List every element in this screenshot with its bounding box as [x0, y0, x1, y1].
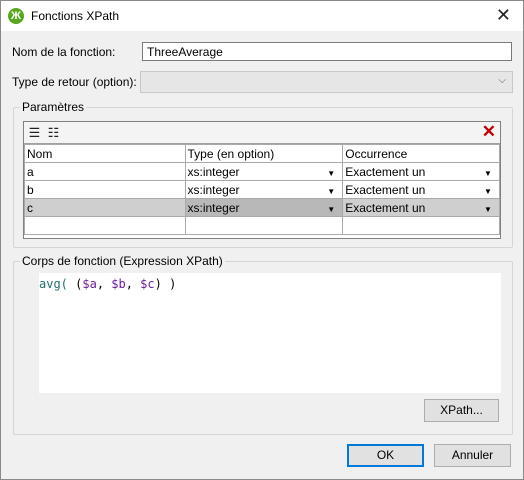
param-type-cell[interactable]: xs:integer ▼	[184, 198, 344, 217]
insert-row-icon[interactable]: ☰	[26, 124, 43, 141]
xpath-code-line: avg( ($a, $b, $c) )	[39, 277, 176, 291]
dropdown-arrow-icon[interactable]: ▼	[324, 168, 338, 180]
code-end: )	[169, 277, 177, 291]
parameters-toolbar: ☰ ☷ ✕	[24, 122, 500, 144]
param-name-cell[interactable]: b	[24, 180, 186, 199]
app-icon: Ж	[8, 8, 24, 24]
return-type-label: Type de retour (option):	[12, 75, 137, 89]
param-occurrence-cell[interactable]: Exactement un ▼	[342, 180, 500, 199]
append-row-icon[interactable]: ☷	[45, 124, 62, 141]
code-function: avg(	[39, 277, 68, 291]
title-bar: Ж Fonctions XPath ✕	[1, 1, 523, 31]
parameters-table: Nom Type (en option) Occurrence a xs:int…	[24, 144, 500, 235]
code-var-c: $c	[140, 277, 155, 291]
dropdown-arrow-icon[interactable]: ▼	[324, 204, 338, 216]
xpath-expression-editor[interactable]: avg( ($a, $b, $c) )	[39, 273, 501, 393]
window-title: Fonctions XPath	[31, 9, 120, 23]
function-name-label: Nom de la fonction:	[12, 45, 116, 59]
parameters-group-title: Paramètres	[20, 100, 87, 114]
param-name-cell[interactable]: c	[24, 198, 186, 217]
table-row[interactable]: b xs:integer ▼ Exactement un ▼	[24, 180, 500, 199]
param-type-cell[interactable]: xs:integer ▼	[184, 180, 344, 199]
empty-cell[interactable]	[342, 216, 500, 235]
code-var-a: $a	[82, 277, 97, 291]
param-type-cell[interactable]: xs:integer ▼	[184, 162, 344, 181]
param-occurrence-value: Exactement un	[345, 182, 426, 197]
empty-cell[interactable]	[184, 216, 344, 235]
table-row[interactable]: c xs:integer ▼ Exactement un ▼	[24, 198, 500, 217]
param-occurrence-value: Exactement un	[345, 164, 426, 179]
empty-cell[interactable]	[24, 216, 186, 235]
param-type-value: xs:integer	[187, 164, 240, 179]
param-type-value: xs:integer	[187, 200, 240, 215]
param-occurrence-cell[interactable]: Exactement un ▼	[342, 198, 500, 217]
dropdown-arrow-icon[interactable]: ▼	[481, 168, 495, 180]
param-occurrence-value: Exactement un	[345, 200, 426, 215]
cancel-button[interactable]: Annuler	[434, 444, 511, 467]
code-paren-close: )	[154, 277, 170, 291]
dropdown-arrow-icon[interactable]: ▼	[481, 186, 495, 198]
function-name-input[interactable]: ThreeAverage	[142, 42, 512, 61]
ok-button[interactable]: OK	[347, 444, 424, 467]
table-row[interactable]: a xs:integer ▼ Exactement un ▼	[24, 162, 500, 181]
return-type-select[interactable]: ⌵	[140, 71, 513, 93]
parameters-grid: ☰ ☷ ✕ Nom Type (en option) Occurrence a …	[23, 121, 501, 239]
param-occurrence-cell[interactable]: Exactement un ▼	[342, 162, 500, 181]
dropdown-arrow-icon[interactable]: ▼	[324, 186, 338, 198]
dialog-window: Ж Fonctions XPath ✕ Nom de la fonction: …	[0, 0, 524, 480]
column-header-occurrence: Occurrence	[342, 144, 500, 163]
table-header-row: Nom Type (en option) Occurrence	[24, 144, 500, 163]
column-header-type: Type (en option)	[184, 144, 344, 163]
chevron-down-icon: ⌵	[498, 75, 506, 86]
code-var-b: $b	[111, 277, 126, 291]
xpath-builder-button[interactable]: XPath...	[424, 399, 499, 422]
code-sep-2: ,	[125, 277, 141, 291]
column-header-name: Nom	[24, 144, 186, 163]
code-sep-1: ,	[96, 277, 112, 291]
param-name-cell[interactable]: a	[24, 162, 186, 181]
function-body-group-title: Corps de fonction (Expression XPath)	[20, 254, 225, 268]
table-empty-row[interactable]	[24, 216, 500, 235]
code-paren-open: (	[67, 277, 83, 291]
dropdown-arrow-icon[interactable]: ▼	[481, 204, 495, 216]
delete-row-icon[interactable]: ✕	[482, 122, 496, 142]
param-type-value: xs:integer	[187, 182, 240, 197]
close-icon[interactable]: ✕	[496, 5, 511, 26]
